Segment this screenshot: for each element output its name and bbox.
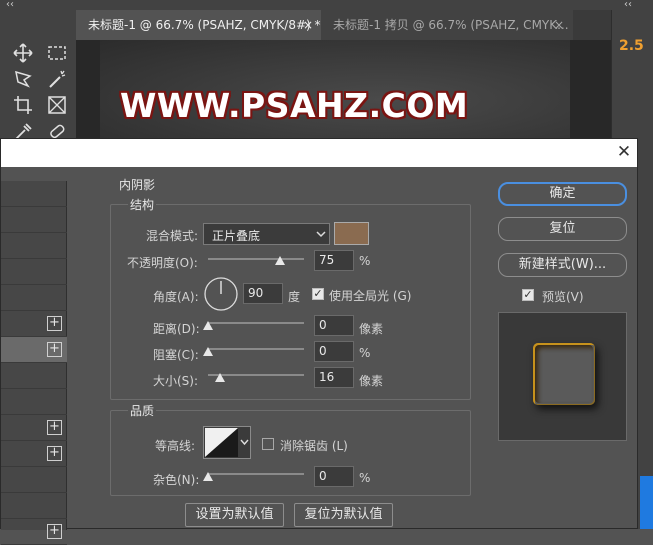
blend-mode-label: 混合模式: xyxy=(146,229,199,243)
noise-slider-handle[interactable] xyxy=(203,472,213,481)
tab-label: 未标题-1 @ 66.7% (PSAHZ, CMYK/8#) * xyxy=(88,18,321,32)
global-light-checkbox[interactable]: ✓ xyxy=(312,288,324,300)
chevron-down-icon xyxy=(240,439,249,446)
move-tool-icon[interactable] xyxy=(12,42,34,64)
list-item[interactable]: + xyxy=(1,519,67,545)
size-label: 大小(S): xyxy=(153,374,199,388)
contour-label: 等高线: xyxy=(155,439,196,453)
blend-mode-select[interactable]: 正片叠底 xyxy=(203,223,330,245)
new-style-button[interactable]: 新建样式(W)... xyxy=(498,253,627,277)
document-tabs: 未标题-1 @ 66.7% (PSAHZ, CMYK/8#) * × 未标题-1… xyxy=(76,10,611,40)
opacity-field[interactable]: 75 xyxy=(314,250,354,271)
panel-accent xyxy=(640,476,653,529)
tab-document-2[interactable]: 未标题-1 拷贝 @ 66.7% (PSAHZ, CMYK... × xyxy=(321,10,573,40)
list-item[interactable]: + xyxy=(1,311,67,337)
tab-label: 未标题-1 拷贝 @ 66.7% (PSAHZ, CMYK... xyxy=(333,18,569,32)
quality-title: 品质 xyxy=(128,402,157,419)
preview-swatch-shadow xyxy=(535,345,593,403)
style-list: + + + + + xyxy=(1,181,67,545)
ok-button[interactable]: 确定 xyxy=(498,182,627,206)
choke-slider-handle[interactable] xyxy=(203,347,213,356)
size-slider-handle[interactable] xyxy=(215,373,225,382)
contour-picker[interactable] xyxy=(203,426,251,459)
chevron-down-icon xyxy=(316,231,326,238)
noise-unit: % xyxy=(359,471,371,485)
noise-label: 杂色(N): xyxy=(153,473,200,487)
add-icon[interactable]: + xyxy=(47,342,62,357)
canvas-text: WWW.PSAHZ.COM xyxy=(120,86,469,125)
tools-panel xyxy=(0,10,76,140)
section-title: 内阴影 xyxy=(119,178,156,192)
lasso-tool-icon[interactable] xyxy=(12,68,34,90)
opacity-label: 不透明度(O): xyxy=(127,256,198,270)
angle-dial-icon[interactable] xyxy=(203,276,239,312)
angle-label: 角度(A): xyxy=(153,290,199,304)
opacity-slider[interactable] xyxy=(208,258,304,260)
list-item[interactable] xyxy=(1,181,67,207)
add-icon[interactable]: + xyxy=(47,420,62,435)
frame-tool-icon[interactable] xyxy=(46,94,68,116)
preview-label: 预览(V) xyxy=(542,290,584,304)
angle-unit: 度 xyxy=(288,290,301,304)
list-item[interactable] xyxy=(1,363,67,389)
list-item[interactable]: + xyxy=(1,415,67,441)
list-item[interactable]: + xyxy=(1,337,67,363)
panel-value: 2.5 xyxy=(619,38,644,54)
reset-default-button[interactable]: 复位为默认值 xyxy=(294,503,393,527)
choke-slider[interactable] xyxy=(208,348,304,350)
size-field[interactable]: 16 xyxy=(314,367,354,388)
choke-unit: % xyxy=(359,346,371,360)
distance-label: 距离(D): xyxy=(153,322,200,336)
add-icon[interactable]: + xyxy=(47,524,62,539)
close-icon[interactable]: × xyxy=(554,10,564,40)
blend-mode-value: 正片叠底 xyxy=(212,229,261,243)
anti-alias-label: 消除锯齿 (L) xyxy=(280,439,348,453)
top-strip xyxy=(0,0,653,10)
choke-label: 阻塞(C): xyxy=(153,348,199,362)
collapse-left-icon[interactable]: ‹‹ xyxy=(6,0,14,10)
angle-field[interactable]: 90 xyxy=(243,283,283,304)
tab-document-1[interactable]: 未标题-1 @ 66.7% (PSAHZ, CMYK/8#) * × xyxy=(76,10,321,40)
crop-tool-icon[interactable] xyxy=(12,94,34,116)
choke-field[interactable]: 0 xyxy=(314,341,354,362)
add-icon[interactable]: + xyxy=(47,316,62,331)
dialog-titlebar xyxy=(1,139,637,167)
noise-slider[interactable] xyxy=(208,473,304,475)
distance-field[interactable]: 0 xyxy=(314,315,354,336)
list-item[interactable] xyxy=(1,207,67,233)
list-item[interactable]: + xyxy=(1,441,67,467)
distance-slider-handle[interactable] xyxy=(203,321,213,330)
reset-button[interactable]: 复位 xyxy=(498,217,627,241)
set-default-button[interactable]: 设置为默认值 xyxy=(185,503,284,527)
global-light-label: 使用全局光 (G) xyxy=(329,289,412,303)
list-item[interactable] xyxy=(1,285,67,311)
close-icon[interactable]: ✕ xyxy=(614,142,634,162)
opacity-slider-handle[interactable] xyxy=(275,256,285,265)
structure-title: 结构 xyxy=(128,196,157,213)
list-item[interactable] xyxy=(1,233,67,259)
list-item[interactable] xyxy=(1,259,67,285)
distance-unit: 像素 xyxy=(359,322,384,336)
add-icon[interactable]: + xyxy=(47,446,62,461)
opacity-unit: % xyxy=(359,254,371,268)
size-unit: 像素 xyxy=(359,374,384,388)
close-icon[interactable]: × xyxy=(303,10,313,40)
marquee-tool-icon[interactable] xyxy=(46,42,68,64)
anti-alias-checkbox[interactable] xyxy=(262,438,274,450)
shadow-color-swatch[interactable] xyxy=(334,222,369,245)
noise-field[interactable]: 0 xyxy=(314,466,354,487)
list-item[interactable] xyxy=(1,389,67,415)
list-item[interactable] xyxy=(1,467,67,493)
magic-wand-tool-icon[interactable] xyxy=(46,68,68,90)
preview-checkbox[interactable]: ✓ xyxy=(522,289,534,301)
list-item[interactable] xyxy=(1,493,67,519)
distance-slider[interactable] xyxy=(208,322,304,324)
contour-preview-icon xyxy=(205,428,238,457)
collapse-right-icon[interactable]: ‹‹ xyxy=(624,0,632,10)
